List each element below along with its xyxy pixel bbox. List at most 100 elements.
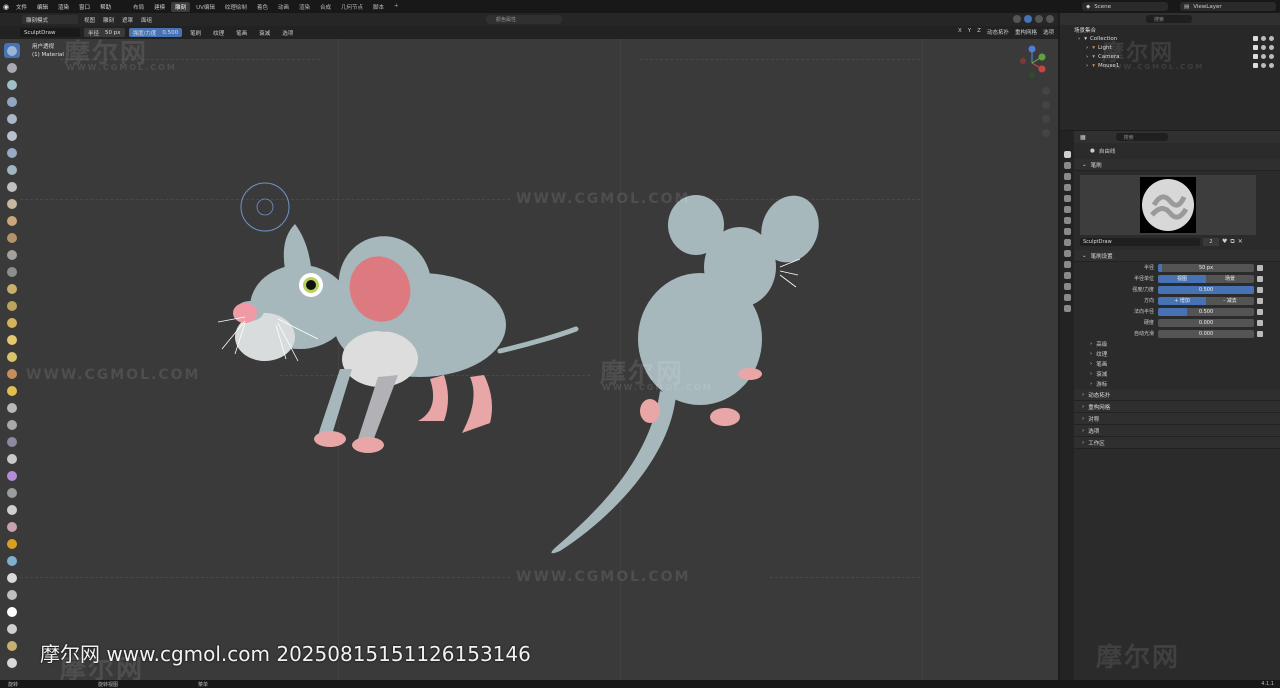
workspace-tab[interactable]: 着色 [253, 2, 272, 12]
workspace-tab[interactable]: 纹理绘制 [221, 2, 251, 12]
tool-tab-icon[interactable] [1063, 151, 1071, 158]
sculpt-tool-button[interactable] [4, 570, 20, 585]
sculpt-tool-button[interactable] [4, 247, 20, 262]
dyntopo-menu[interactable]: 动态拓扑 [987, 28, 1009, 36]
workspace-tab[interactable]: UV编辑 [192, 2, 219, 12]
menu-help[interactable]: 帮助 [100, 3, 111, 11]
tool-section[interactable]: › 对称 [1074, 413, 1280, 425]
workspace-tab[interactable]: 布局 [129, 2, 148, 12]
sculpt-tool-button[interactable] [4, 77, 20, 92]
eye-icon[interactable] [1261, 54, 1266, 59]
menu-window[interactable]: 窗口 [79, 3, 90, 11]
constraints-tab-icon[interactable] [1063, 272, 1071, 279]
blender-logo-icon[interactable]: ◉ [0, 3, 12, 11]
sculpt-tool-button[interactable] [4, 213, 20, 228]
brush-selector[interactable]: SculptDraw [20, 28, 80, 37]
property-option-button[interactable]: - 减去 [1206, 296, 1254, 305]
rendered-shading-icon[interactable] [1046, 15, 1054, 23]
pressure-icon[interactable] [1257, 286, 1263, 293]
options-menu[interactable]: 选项 [1043, 28, 1054, 36]
wireframe-shading-icon[interactable] [1013, 15, 1021, 23]
pressure-icon[interactable] [1257, 264, 1263, 271]
sculpt-tool-button[interactable] [4, 400, 20, 415]
dropdown-stroke[interactable]: 笔画 [232, 29, 251, 37]
sculpt-tool-button[interactable] [4, 502, 20, 517]
brush-subsection[interactable]: › 高级 [1074, 339, 1280, 349]
tool-section[interactable]: › 选项 [1074, 425, 1280, 437]
sculpt-tool-button[interactable] [4, 621, 20, 636]
sculpt-tool-button[interactable] [4, 485, 20, 500]
brush-name-field[interactable]: SculptDraw [1080, 237, 1200, 246]
brush-users-count[interactable]: 2 [1203, 237, 1219, 246]
property-option-button[interactable]: 场景 [1206, 274, 1254, 283]
sculpt-tool-button[interactable] [4, 264, 20, 279]
chevron-right-icon[interactable]: › [1086, 45, 1088, 51]
properties-search[interactable]: 搜索 [1115, 133, 1168, 141]
sculpt-tool-button[interactable] [4, 468, 20, 483]
eye-icon[interactable] [1261, 36, 1266, 41]
workspace-tab[interactable]: 合成 [316, 2, 335, 12]
chevron-right-icon[interactable]: › [1086, 63, 1088, 69]
material-shading-icon[interactable] [1035, 15, 1043, 23]
duplicate-icon[interactable]: ⧉ [1230, 238, 1234, 246]
symmetry-y[interactable]: Y [968, 28, 971, 36]
fake-user-icon[interactable]: ♥ [1222, 238, 1227, 245]
sculpt-tool-button[interactable] [4, 536, 20, 551]
scene-selector[interactable]: ◆ Scene [1082, 2, 1168, 11]
remesh-menu[interactable]: 重构网格 [1015, 28, 1037, 36]
property-slider[interactable]: 50 px [1158, 263, 1254, 272]
brush-subsection[interactable]: › 纹理 [1074, 349, 1280, 359]
symmetry-x[interactable]: X [958, 28, 962, 36]
dropdown-options[interactable]: 选项 [278, 29, 297, 37]
tool-section[interactable]: › 工作区 [1074, 437, 1280, 449]
sculpt-tool-button[interactable] [4, 434, 20, 449]
checkbox-icon[interactable] [1253, 45, 1258, 50]
data-tab-icon[interactable] [1063, 283, 1071, 290]
add-workspace-button[interactable]: + [390, 2, 403, 12]
workspace-tab[interactable]: 脚本 [369, 2, 388, 12]
brush-subsection[interactable]: › 笔画 [1074, 359, 1280, 369]
sculpt-tool-button[interactable] [4, 417, 20, 432]
outliner-search[interactable]: 搜索 [1146, 15, 1192, 23]
eye-icon[interactable] [1269, 54, 1274, 59]
pressure-icon[interactable] [1257, 319, 1263, 326]
property-slider[interactable]: 0.000 [1158, 318, 1254, 327]
workspace-tab[interactable]: 雕刻 [171, 1, 191, 12]
sculpt-tool-button[interactable] [4, 111, 20, 126]
dropdown-brush[interactable]: 笔刷 [186, 29, 205, 37]
sculpt-tool-button[interactable] [4, 587, 20, 602]
sculpt-tool-button[interactable] [4, 366, 20, 381]
tool-section[interactable]: › 重构网格 [1074, 401, 1280, 413]
mouse-model-back[interactable] [551, 187, 828, 554]
sculpt-tool-button[interactable] [4, 162, 20, 177]
pressure-icon[interactable] [1257, 330, 1263, 337]
menu-sculpt[interactable]: 雕刻 [103, 16, 114, 24]
world-tab-icon[interactable] [1063, 206, 1071, 213]
sculpt-tool-button[interactable] [4, 196, 20, 211]
dropdown-texture[interactable]: 纹理 [209, 29, 228, 37]
brush-subsection[interactable]: › 游标 [1074, 379, 1280, 389]
property-option-button[interactable]: 视图 [1158, 274, 1206, 283]
unlink-icon[interactable]: ✕ [1238, 238, 1243, 245]
view-layer-selector[interactable]: ▤ ViewLayer [1180, 2, 1276, 11]
mode-selector[interactable]: 雕刻模式 [22, 15, 78, 24]
chevron-right-icon[interactable]: › [1086, 54, 1088, 60]
checkbox-icon[interactable] [1253, 54, 1258, 59]
sculpt-tool-button[interactable] [4, 553, 20, 568]
menu-edit[interactable]: 编辑 [37, 3, 48, 11]
sculpt-tool-button[interactable] [4, 655, 20, 670]
menu-view[interactable]: 视图 [84, 16, 95, 24]
workspace-tab[interactable]: 动画 [274, 2, 293, 12]
pressure-icon[interactable] [1257, 308, 1263, 315]
sculpt-tool-button[interactable] [4, 383, 20, 398]
pressure-icon[interactable] [1257, 297, 1263, 304]
sculpt-tool-button[interactable] [4, 43, 20, 58]
brush-subsection[interactable]: › 衰减 [1074, 369, 1280, 379]
sculpt-tool-button[interactable] [4, 145, 20, 160]
mouse-model-side[interactable] [217, 223, 579, 453]
sculpt-tool-button[interactable] [4, 281, 20, 296]
sculpt-tool-button[interactable] [4, 315, 20, 330]
workspace-tab[interactable]: 建模 [150, 2, 169, 12]
menu-face-sets[interactable]: 面组 [141, 16, 152, 24]
brush-preview[interactable] [1080, 175, 1256, 235]
